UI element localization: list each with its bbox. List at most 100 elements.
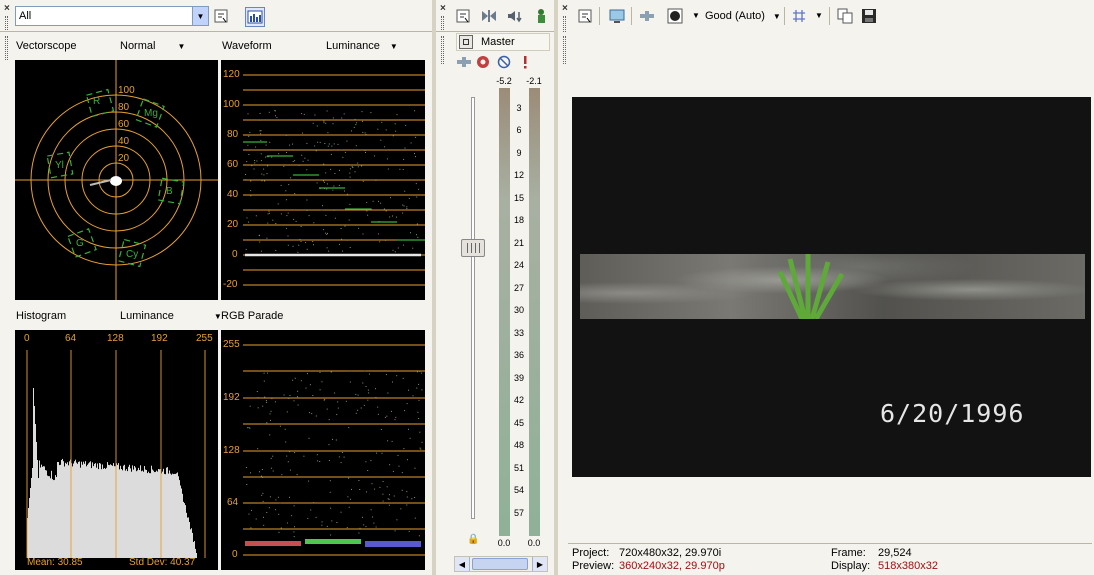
- meter-scale-mark: 18: [513, 215, 524, 225]
- bus-icon[interactable]: [459, 35, 473, 49]
- lock-icon[interactable]: 🔒: [467, 534, 479, 545]
- speaker-icon: [508, 11, 522, 23]
- rgb-parade-tick: 64: [227, 497, 239, 508]
- grip-handle[interactable]: [563, 36, 566, 64]
- histogram-tick: 64: [65, 333, 77, 344]
- save-snapshot-button[interactable]: [860, 7, 878, 25]
- grip-handle[interactable]: [563, 16, 566, 32]
- histogram-tick: 0: [24, 333, 30, 344]
- waveform-tick: 120: [223, 69, 240, 80]
- grip-handle[interactable]: [5, 16, 8, 32]
- rgb-parade-tick: 128: [223, 445, 240, 456]
- divider: [0, 31, 432, 32]
- meter-scale-mark: 27: [513, 283, 524, 293]
- waveform-mode-value: Luminance: [326, 40, 380, 52]
- preview-properties-button[interactable]: [576, 7, 594, 25]
- right-peak-value: -2.1: [526, 76, 542, 86]
- meter-scale-mark: 57: [513, 508, 524, 518]
- vectorscope-ring-label: 60: [118, 119, 130, 130]
- grid-icon: [793, 10, 805, 22]
- vectorscope-mode-dropdown[interactable]: Normal ▼: [120, 40, 185, 52]
- waveform-mode-dropdown[interactable]: Luminance ▼: [326, 40, 398, 52]
- meter-scale-mark: 9: [516, 148, 522, 158]
- waveform-tick: 40: [227, 189, 239, 200]
- fx-chain-button[interactable]: [455, 53, 473, 71]
- scope-filter-value: All: [19, 10, 32, 22]
- video-fx-button[interactable]: [638, 7, 656, 25]
- meter-scale-mark: 51: [513, 463, 524, 473]
- scope-filter-select[interactable]: All ▼: [15, 6, 209, 26]
- overlays-button[interactable]: [790, 7, 808, 25]
- settings-button[interactable]: [212, 7, 230, 25]
- vectorscope-graph: [15, 60, 218, 300]
- mute-button[interactable]: [495, 53, 513, 71]
- grip-handle[interactable]: [441, 16, 444, 32]
- video-preview-panel: × ▼ Good (Auto) ▼ ▼ 6/20/1996 Project: 72…: [558, 0, 1094, 575]
- histogram-toggle-icon: [247, 10, 263, 24]
- video-image: [580, 254, 1085, 319]
- overlays-dropdown-icon[interactable]: ▼: [815, 11, 823, 20]
- waveform-tick: 60: [227, 159, 239, 170]
- close-icon[interactable]: ×: [562, 4, 568, 14]
- horizontal-scrollbar[interactable]: ◀ ▶: [454, 556, 548, 572]
- exclamation-icon: [524, 56, 527, 69]
- settings-icon: [214, 9, 228, 23]
- grip-handle[interactable]: [5, 36, 8, 60]
- vectorscope-target-label: G: [76, 238, 84, 249]
- histogram-tick: 192: [151, 333, 168, 344]
- downmix-button[interactable]: [506, 7, 524, 25]
- histogram-mode-dropdown[interactable]: Luminance ▼: [120, 310, 222, 322]
- meter-scale-mark: 54: [513, 485, 524, 495]
- solo-button[interactable]: [516, 53, 534, 71]
- close-icon[interactable]: ×: [440, 4, 446, 14]
- fader-handle[interactable]: [461, 239, 485, 257]
- grip-handle[interactable]: [441, 36, 444, 64]
- chevron-down-icon[interactable]: ▼: [192, 7, 208, 25]
- properties-button[interactable]: [454, 7, 472, 25]
- frame-value: 29,524: [878, 547, 912, 559]
- update-scopes-button[interactable]: [245, 7, 265, 27]
- plant-graphic: [777, 254, 845, 319]
- copy-snapshot-button[interactable]: [836, 7, 854, 25]
- vectorscope-ring-label: 20: [118, 153, 130, 164]
- vectorscope-target-label: Mg: [144, 108, 158, 119]
- project-value: 720x480x32, 29.970i: [619, 547, 722, 559]
- monitor-icon: [609, 9, 625, 23]
- properties-icon: [578, 9, 592, 23]
- video-timestamp-overlay: 6/20/1996: [880, 399, 1025, 428]
- dropdown-arrow-icon[interactable]: ▼: [177, 42, 185, 51]
- scroll-thumb[interactable]: [472, 558, 528, 570]
- fader-track[interactable]: [471, 97, 475, 519]
- meter-scale-mark: 42: [513, 395, 524, 405]
- stereo-button[interactable]: [480, 7, 498, 25]
- scroll-right-icon[interactable]: ▶: [532, 557, 547, 571]
- rgb-parade-display: 255 192 128 64 0: [221, 330, 425, 570]
- close-icon[interactable]: ×: [4, 4, 10, 14]
- waveform-title: Waveform: [222, 40, 272, 52]
- split-screen-dropdown-icon[interactable]: ▼: [692, 11, 700, 20]
- external-monitor-button[interactable]: [608, 7, 626, 25]
- vectorscope-target-label: B: [166, 186, 173, 197]
- toolbar-separator: [784, 7, 785, 25]
- rgb-parade-tick: 192: [223, 392, 240, 403]
- scroll-left-icon[interactable]: ◀: [455, 557, 470, 571]
- master-bus-panel: × Master 🔒 -5.2 -2.1 3 6 9 12 15 18 21 2…: [436, 0, 554, 575]
- rgb-parade-tick: 0: [232, 549, 238, 560]
- copy-icon: [837, 8, 853, 24]
- preview-quality-dropdown[interactable]: Good (Auto) ▼: [705, 10, 781, 22]
- meter-scale-mark: 21: [513, 238, 524, 248]
- vectorscope-ring-label: 80: [118, 102, 130, 113]
- meter-scale-mark: 36: [513, 350, 524, 360]
- waveform-tick: -20: [223, 279, 238, 290]
- fx-settings-button[interactable]: [474, 53, 492, 71]
- left-level-value: 0.0: [497, 538, 511, 548]
- dim-button[interactable]: [532, 7, 550, 25]
- waveform-tick: 100: [223, 99, 240, 110]
- display-value: 518x380x32: [878, 560, 938, 572]
- vectorscope-title: Vectorscope: [16, 40, 77, 52]
- split-screen-button[interactable]: [666, 7, 684, 25]
- rgb-parade-title: RGB Parade: [221, 310, 284, 322]
- dropdown-arrow-icon[interactable]: ▼: [390, 42, 398, 51]
- video-preview-frame[interactable]: 6/20/1996: [572, 97, 1091, 477]
- dropdown-arrow-icon[interactable]: ▼: [773, 12, 781, 21]
